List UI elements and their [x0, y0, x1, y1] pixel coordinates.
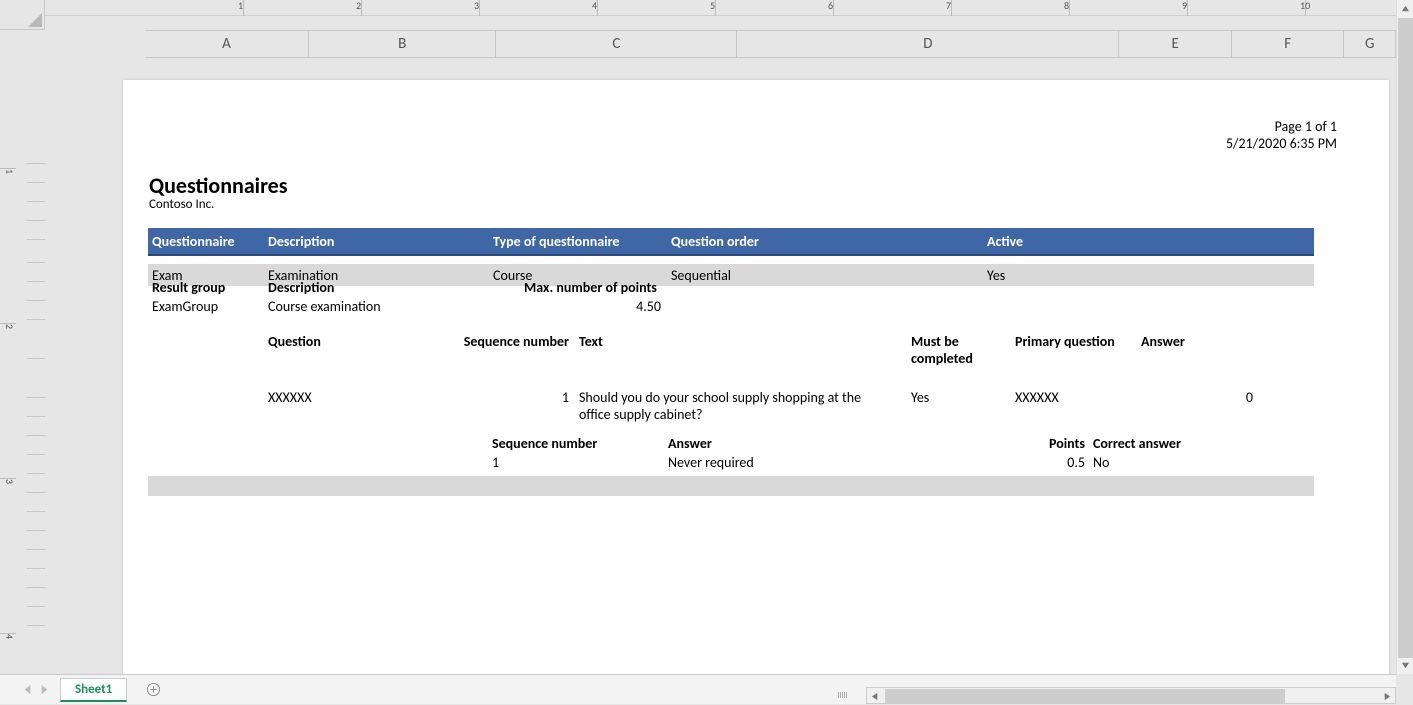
- td-seq2: 1: [488, 454, 664, 471]
- questionnaire-table: Questionnaire Description Type of questi…: [148, 228, 1314, 286]
- horizontal-scrollbar[interactable]: [866, 687, 1396, 704]
- td-answer2: Never required: [664, 454, 1036, 471]
- grey-footer-bar: [148, 476, 1314, 496]
- column-header[interactable]: E: [1119, 30, 1231, 57]
- td-correct: No: [1089, 454, 1219, 471]
- th-max-points: Max. number of points: [520, 279, 690, 296]
- scroll-left-arrow-icon[interactable]: [867, 688, 884, 705]
- page-number: Page 1 of 1: [1226, 118, 1337, 135]
- sheet-tab-label: Sheet1: [75, 682, 112, 697]
- th-question: Question: [264, 333, 380, 367]
- column-header[interactable]: A: [145, 30, 309, 57]
- td-max-points: 4.50: [520, 298, 665, 315]
- vscroll-thumb[interactable]: [1398, 18, 1413, 658]
- th-active: Active: [983, 233, 1103, 250]
- th-order: Question order: [667, 233, 983, 250]
- td-text: Should you do your school supply shoppin…: [575, 389, 885, 423]
- report-title: Questionnaires: [149, 172, 288, 199]
- horizontal-ruler: 1234567891011: [45, 0, 1396, 16]
- tab-nav[interactable]: [14, 675, 58, 705]
- td-rg-description: Course examination: [264, 298, 520, 315]
- td-question: XXXXXX: [264, 389, 380, 423]
- add-sheet-button[interactable]: [139, 676, 167, 704]
- column-header[interactable]: G: [1344, 30, 1396, 57]
- th-must-complete: Must be completed: [907, 333, 1011, 367]
- th-seq: Sequence number: [400, 333, 573, 367]
- column-headers: ABCDEFG: [45, 16, 1396, 58]
- th-points: Points: [1036, 435, 1089, 452]
- select-all-cell[interactable]: [0, 0, 45, 30]
- th-type: Type of questionnaire: [489, 233, 667, 250]
- row-headers: 12345678910111213141516171819202122: [20, 58, 45, 674]
- print-page: Page 1 of 1 5/21/2020 6:35 PM Questionna…: [123, 80, 1389, 674]
- th-seq2: Sequence number: [488, 435, 664, 452]
- grid-area[interactable]: Page 1 of 1 5/21/2020 6:35 PM Questionna…: [45, 58, 1396, 674]
- td-must-complete: Yes: [907, 389, 1011, 423]
- column-header[interactable]: B: [309, 30, 496, 57]
- result-group-section: Result group Description Max. number of …: [148, 279, 1314, 315]
- column-header[interactable]: F: [1232, 30, 1344, 57]
- vertical-ruler: 1234: [0, 58, 20, 674]
- th-rg-description: Description: [264, 279, 520, 296]
- sheet-tab[interactable]: Sheet1: [60, 678, 127, 702]
- td-seq: 1: [400, 389, 573, 423]
- th-primary: Primary question: [1011, 333, 1137, 367]
- th-answer2: Answer: [664, 435, 1036, 452]
- th-description: Description: [264, 233, 489, 250]
- hscroll-thumb[interactable]: [885, 689, 1285, 704]
- sheet-tab-bar: Sheet1: [0, 674, 1396, 704]
- report-company: Contoso Inc.: [149, 197, 214, 212]
- th-questionnaire: Questionnaire: [148, 233, 264, 250]
- scroll-up-arrow-icon[interactable]: [1397, 0, 1413, 17]
- scroll-right-arrow-icon[interactable]: [1378, 688, 1395, 705]
- th-answer: Answer: [1137, 333, 1257, 367]
- column-header[interactable]: D: [737, 30, 1119, 57]
- td-points: 0.5: [1036, 454, 1089, 471]
- th-correct: Correct answer: [1089, 435, 1219, 452]
- vertical-scrollbar[interactable]: [1396, 0, 1413, 674]
- th-text: Text: [575, 333, 885, 367]
- page-timestamp: 5/21/2020 6:35 PM: [1226, 135, 1337, 152]
- td-answer: 0: [1137, 389, 1257, 423]
- answer-section: Sequence number Answer Points Correct an…: [148, 435, 1314, 471]
- td-primary: XXXXXX: [1011, 389, 1137, 423]
- tab-scroll-splitter[interactable]: [838, 692, 856, 698]
- question-section: Question Sequence number Text Must be co…: [148, 333, 1364, 423]
- scroll-down-arrow-icon[interactable]: [1397, 657, 1413, 674]
- th-result-group: Result group: [148, 279, 264, 296]
- column-header[interactable]: C: [496, 30, 737, 57]
- td-result-group: ExamGroup: [148, 298, 264, 315]
